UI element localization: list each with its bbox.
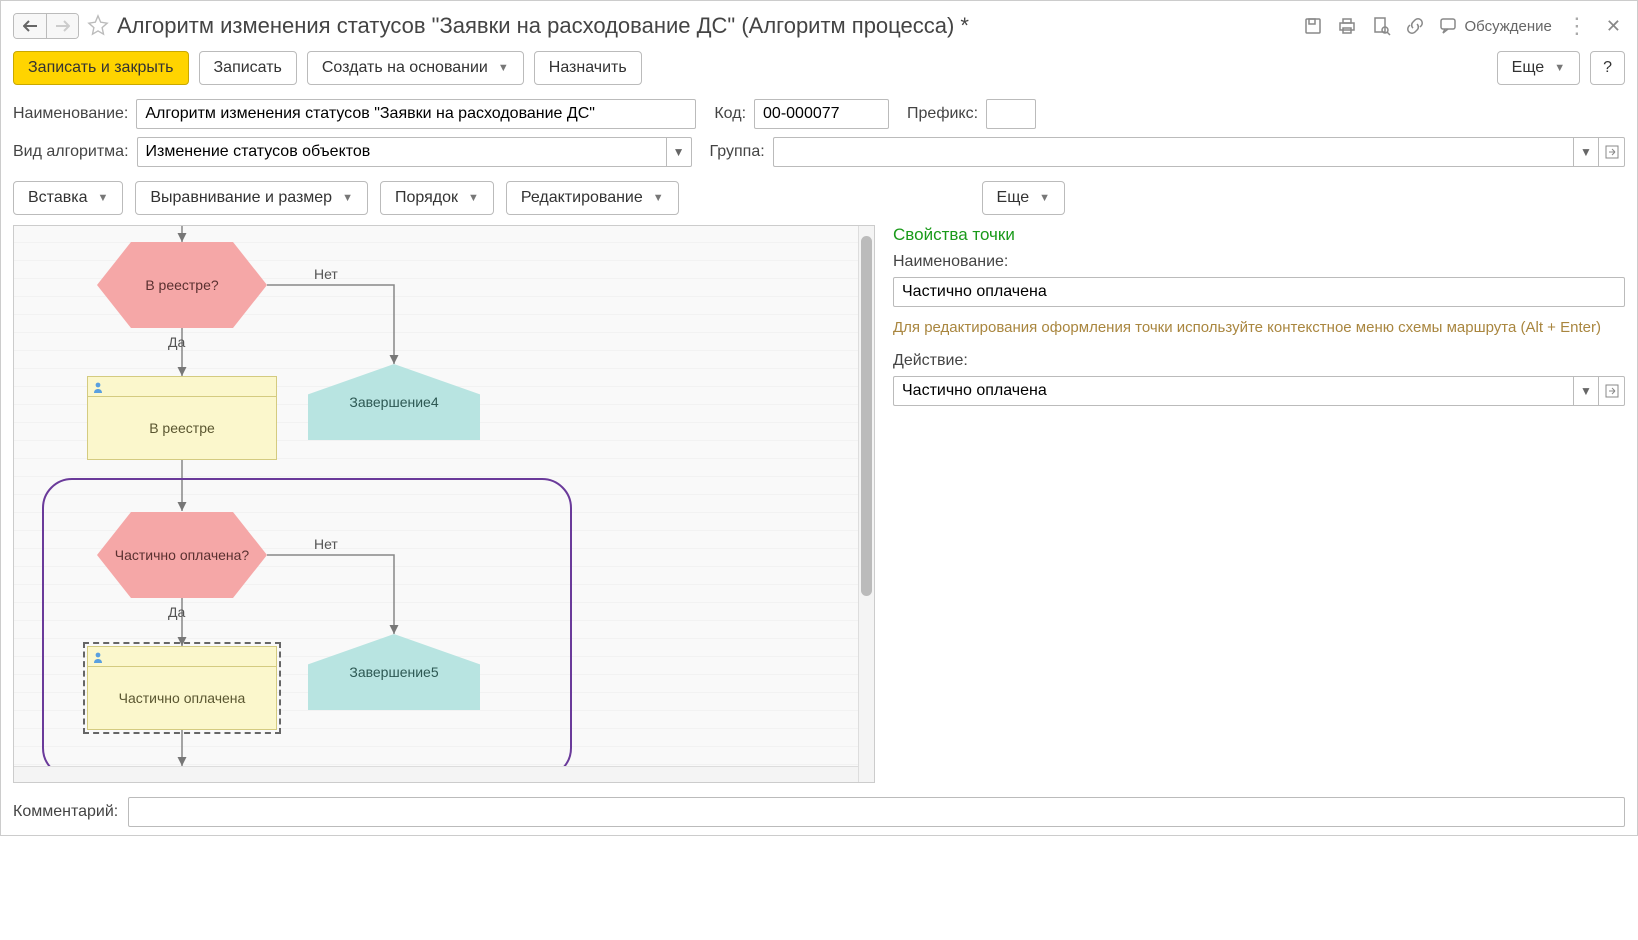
- diagram-decision-in-registry[interactable]: В реестре?: [97, 242, 267, 328]
- window-title: Алгоритм изменения статусов "Заявки на р…: [117, 13, 1295, 39]
- edge-label-yes-1: Да: [168, 334, 185, 350]
- point-name-input[interactable]: [893, 277, 1625, 307]
- caret-down-icon: ▼: [342, 192, 353, 204]
- algo-type-dropdown-button[interactable]: ▼: [666, 137, 692, 167]
- prefix-label: Префикс:: [907, 105, 978, 123]
- nav-back-button[interactable]: [14, 14, 46, 38]
- comment-input[interactable]: [128, 797, 1625, 827]
- save-button[interactable]: Записать: [199, 51, 297, 85]
- diagram-more-button[interactable]: Еще▼: [982, 181, 1065, 215]
- code-input[interactable]: [754, 99, 889, 129]
- algo-type-input[interactable]: [137, 137, 666, 167]
- create-based-on-button[interactable]: Создать на основании▼: [307, 51, 524, 85]
- comment-label: Комментарий:: [13, 803, 118, 821]
- caret-down-icon: ▼: [97, 192, 108, 204]
- group-input[interactable]: [773, 137, 1573, 167]
- action-open-button[interactable]: [1599, 376, 1625, 406]
- edge-label-no-1: Нет: [314, 266, 338, 282]
- diagram-task-partially-paid[interactable]: Частично оплачена: [87, 646, 277, 730]
- diagram-canvas[interactable]: В реестре? Да Нет В реестре Завершение4 …: [13, 225, 875, 783]
- algo-type-label: Вид алгоритма:: [13, 143, 129, 161]
- discussion-label: Обсуждение: [1465, 18, 1552, 35]
- user-icon: [92, 381, 104, 393]
- diagram-end-5[interactable]: Завершение5: [308, 634, 480, 710]
- diagram-decision-partially-paid[interactable]: Частично оплачена?: [97, 512, 267, 598]
- save-and-close-button[interactable]: Записать и закрыть: [13, 51, 189, 85]
- edge-label-yes-2: Да: [168, 604, 185, 620]
- action-input[interactable]: [893, 376, 1573, 406]
- save-icon[interactable]: [1303, 16, 1323, 36]
- diagram-group-box: [42, 478, 572, 778]
- vertical-scrollbar[interactable]: [858, 226, 874, 782]
- print-icon[interactable]: [1337, 16, 1357, 36]
- order-button[interactable]: Порядок▼: [380, 181, 494, 215]
- editing-button[interactable]: Редактирование▼: [506, 181, 679, 215]
- action-dropdown-button[interactable]: ▼: [1573, 376, 1599, 406]
- diagram-task-in-registry[interactable]: В реестре: [87, 376, 277, 460]
- assign-button[interactable]: Назначить: [534, 51, 642, 85]
- search-doc-icon[interactable]: [1371, 16, 1391, 36]
- align-size-button[interactable]: Выравнивание и размер▼: [135, 181, 368, 215]
- kebab-menu-icon[interactable]: ⋮: [1566, 13, 1588, 39]
- link-icon[interactable]: [1405, 16, 1425, 36]
- code-label: Код:: [714, 105, 746, 123]
- user-icon: [92, 651, 104, 663]
- group-open-button[interactable]: [1599, 137, 1625, 167]
- caret-down-icon: ▼: [1039, 192, 1050, 204]
- prefix-input[interactable]: [986, 99, 1036, 129]
- caret-down-icon: ▼: [653, 192, 664, 204]
- nav-buttons: [13, 13, 79, 39]
- properties-hint: Для редактирования оформления точки испо…: [893, 317, 1625, 338]
- horizontal-scrollbar[interactable]: [14, 766, 858, 782]
- help-button[interactable]: ?: [1590, 51, 1625, 85]
- properties-panel: Свойства точки Наименование: Для редакти…: [875, 225, 1625, 783]
- properties-title: Свойства точки: [893, 225, 1625, 245]
- point-name-label: Наименование:: [893, 253, 1625, 271]
- discussion-button[interactable]: Обсуждение: [1439, 16, 1552, 36]
- diagram-end-4[interactable]: Завершение4: [308, 364, 480, 440]
- edge-label-no-2: Нет: [314, 536, 338, 552]
- caret-down-icon: ▼: [468, 192, 479, 204]
- insert-button[interactable]: Вставка▼: [13, 181, 123, 215]
- caret-down-icon: ▼: [498, 62, 509, 74]
- name-input[interactable]: [136, 99, 696, 129]
- name-label: Наименование:: [13, 105, 128, 123]
- action-label: Действие:: [893, 352, 1625, 370]
- more-button[interactable]: Еще▼: [1497, 51, 1580, 85]
- close-button[interactable]: ✕: [1602, 16, 1625, 37]
- group-label: Группа:: [710, 143, 765, 161]
- nav-forward-button[interactable]: [46, 14, 78, 38]
- favorite-star-icon[interactable]: [87, 14, 109, 39]
- group-dropdown-button[interactable]: ▼: [1573, 137, 1599, 167]
- caret-down-icon: ▼: [1554, 62, 1565, 74]
